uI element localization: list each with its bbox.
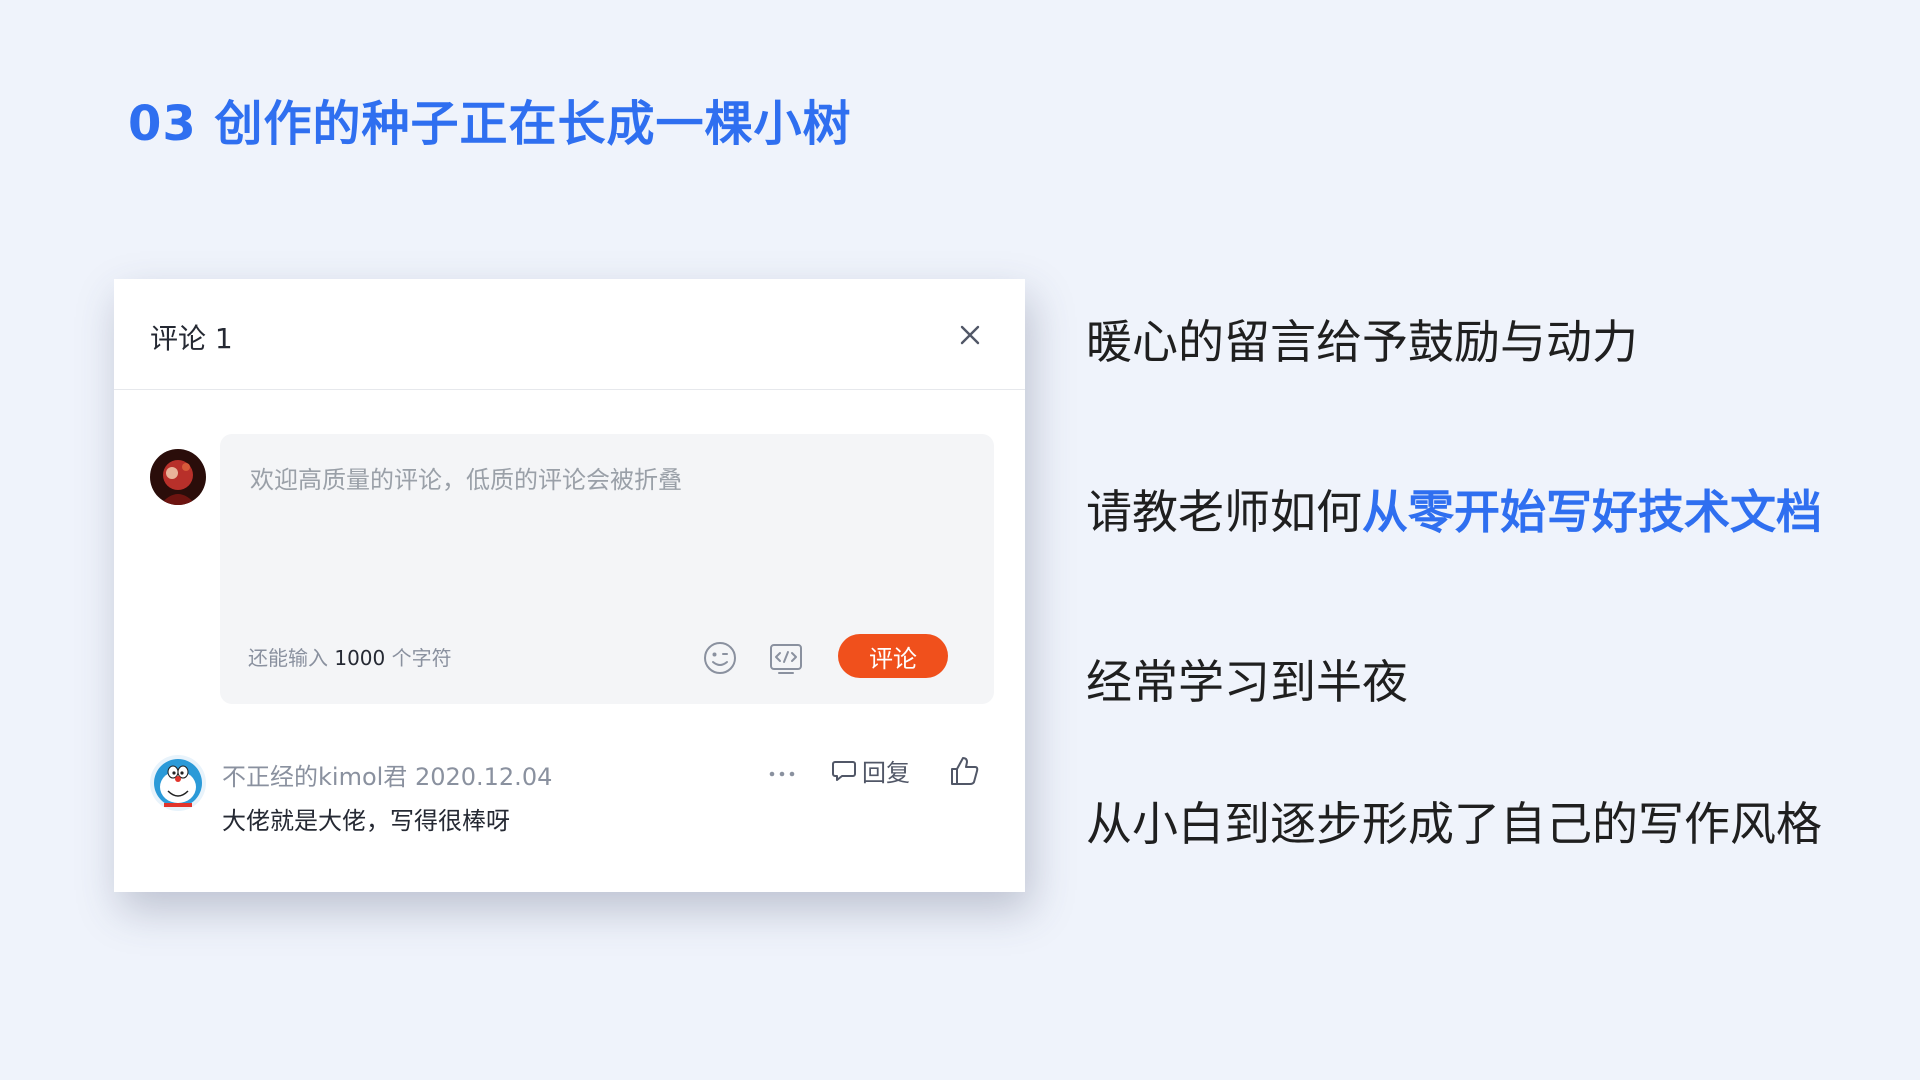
comment-panel: 评论 1 还能输入 1000 个字符: [114, 279, 1025, 892]
point-study-late: 经常学习到半夜: [1086, 655, 1408, 709]
point-ask-teacher: 请教老师如何从零开始写好技术文档: [1086, 476, 1822, 542]
more-icon: [769, 771, 795, 777]
more-actions-button[interactable]: [764, 759, 800, 789]
comment-date: 2020.12.04: [414, 763, 553, 791]
point-encouragement: 暖心的留言给予鼓励与动力: [1086, 315, 1638, 369]
counter-suffix: 个字符: [391, 646, 452, 670]
comment-bubble-icon: [832, 761, 856, 781]
insert-code-button[interactable]: [766, 638, 806, 678]
point-writing-style: 从小白到逐步形成了自己的写作风格: [1086, 797, 1822, 851]
comment-input-box: 还能输入 1000 个字符 评论: [220, 434, 994, 704]
comment-text: 大佬就是大佬，写得很棒呀: [222, 807, 510, 835]
commenter-avatar[interactable]: [150, 755, 206, 811]
comment-author[interactable]: 不正经的kimol君: [222, 763, 407, 791]
reply-button[interactable]: 回复: [830, 753, 910, 787]
emoji-button[interactable]: [700, 638, 740, 678]
reply-label: 回复: [862, 758, 910, 787]
slide-title: 03 创作的种子正在长成一棵小树: [128, 96, 852, 152]
like-button[interactable]: [946, 753, 982, 789]
comment-textarea[interactable]: [248, 458, 972, 612]
submit-comment-button[interactable]: 评论: [838, 634, 948, 678]
comment-meta: 不正经的kimol君 2020.12.04: [222, 757, 552, 792]
current-user-avatar[interactable]: [150, 449, 206, 505]
point-ask-teacher-highlight: 从零开始写好技术文档: [1362, 485, 1822, 539]
emoji-icon: [704, 642, 736, 674]
panel-title: 评论 1: [150, 322, 233, 355]
thumbs-up-icon: [951, 757, 979, 785]
close-button[interactable]: [950, 315, 990, 355]
panel-header: 评论 1: [114, 279, 1025, 390]
char-counter: 还能输入 1000 个字符: [248, 642, 452, 671]
counter-value: 1000: [334, 646, 386, 670]
counter-prefix: 还能输入: [248, 646, 328, 670]
point-ask-teacher-plain: 请教老师如何: [1086, 485, 1362, 539]
close-icon: [960, 325, 980, 345]
code-icon: [770, 644, 802, 674]
